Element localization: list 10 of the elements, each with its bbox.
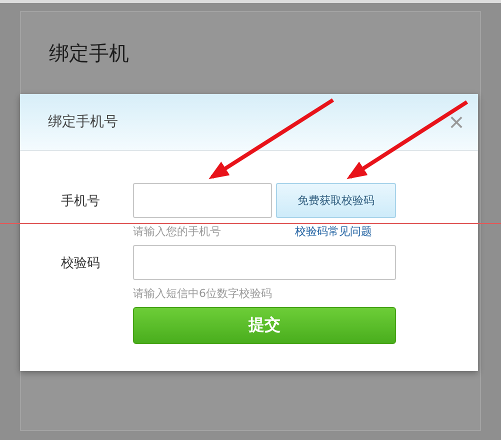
phone-input[interactable] <box>133 183 272 218</box>
code-label: 校验码 <box>60 254 100 272</box>
page-title: 绑定手机 <box>49 40 130 67</box>
phone-hint: 请输入您的手机号 <box>133 224 222 239</box>
phone-label: 手机号 <box>60 192 100 210</box>
code-hint: 请输入短信中6位数字校验码 <box>133 286 272 301</box>
dialog-title: 绑定手机号 <box>48 113 118 131</box>
code-input[interactable] <box>133 245 396 280</box>
get-code-button[interactable]: 免费获取校验码 <box>276 183 396 218</box>
code-help-link[interactable]: 校验码常见问题 <box>295 224 372 239</box>
